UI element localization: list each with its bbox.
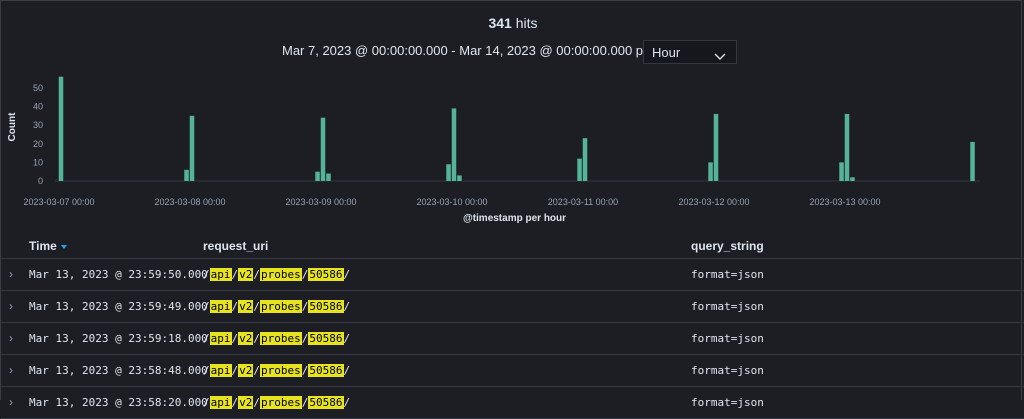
highlight-term: api (209, 268, 232, 281)
highlight-term: v2 (238, 268, 254, 281)
highlight-term: v2 (238, 364, 254, 377)
histogram-bar (970, 141, 975, 181)
column-time-label: Time (29, 239, 57, 253)
highlight-term: probes (260, 300, 302, 313)
x-tick-label: 2023-03-13 00:00 (809, 197, 880, 207)
y-tick-label: 40 (33, 102, 43, 112)
document-table: › Mar 13, 2023 @ 23:59:50.000/api/v2/prob… (1, 259, 1024, 419)
highlight-term: probes (260, 396, 302, 409)
cell-time: Mar 13, 2023 @ 23:58:48.000 (29, 364, 208, 377)
x-tick-label: 2023-03-09 00:00 (285, 197, 356, 207)
histogram-bar (451, 108, 457, 181)
histogram-bar (577, 158, 582, 181)
table-row[interactable]: › Mar 13, 2023 @ 23:58:20.000/api/v2/prob… (1, 387, 1024, 419)
expand-row-icon[interactable]: › (9, 395, 13, 409)
chevron-down-icon (714, 49, 726, 64)
cell-request-uri: /api/v2/probes/50586/ (203, 268, 351, 281)
expand-row-icon[interactable]: › (9, 331, 13, 345)
cell-query-string: format=json (691, 396, 764, 409)
cell-time: Mar 13, 2023 @ 23:58:20.000 (29, 396, 208, 409)
y-tick-label: 20 (33, 139, 43, 149)
y-tick-label: 50 (33, 83, 43, 93)
table-row[interactable]: › Mar 13, 2023 @ 23:59:50.000/api/v2/prob… (1, 259, 1024, 291)
time-range-row: Mar 7, 2023 @ 00:00:00.000 - Mar 14, 202… (1, 39, 1024, 65)
cell-time: Mar 13, 2023 @ 23:59:18.000 (29, 332, 208, 345)
highlight-term: api (209, 364, 232, 377)
hits-number: 341 (488, 15, 512, 31)
cell-request-uri: /api/v2/probes/50586/ (203, 300, 351, 313)
highlight-term: api (209, 300, 232, 313)
column-header-time[interactable]: Time (29, 239, 67, 253)
expand-row-icon[interactable]: › (9, 267, 13, 281)
x-axis-label: @timestamp per hour (463, 213, 566, 224)
hits-label: hits (515, 15, 538, 31)
cell-query-string: format=json (691, 268, 764, 281)
expand-row-icon[interactable]: › (9, 299, 13, 313)
table-row[interactable]: › Mar 13, 2023 @ 23:59:49.000/api/v2/prob… (1, 291, 1024, 323)
highlight-term: v2 (238, 396, 254, 409)
histogram-bar (446, 164, 451, 181)
highlight-term: 50586 (308, 300, 344, 313)
date-range-text: Mar 7, 2023 @ 00:00:00.000 - Mar 14, 202… (282, 43, 655, 58)
expand-row-icon[interactable]: › (9, 363, 13, 377)
interval-value: Hour (652, 45, 681, 60)
x-tick-label: 2023-03-10 00:00 (416, 197, 487, 207)
highlight-term: api (209, 332, 232, 345)
histogram-bar (713, 113, 719, 181)
histogram-bar (844, 113, 850, 181)
cell-query-string: format=json (691, 332, 764, 345)
cell-time: Mar 13, 2023 @ 23:59:49.000 (29, 300, 208, 313)
histogram-bar (58, 76, 64, 181)
table-header: Time request_uri query_string (1, 231, 1024, 259)
column-header-query-string[interactable]: query_string (691, 239, 764, 253)
histogram-bar (457, 175, 462, 181)
cell-request-uri: /api/v2/probes/50586/ (203, 396, 351, 409)
x-tick-label: 2023-03-11 00:00 (548, 197, 618, 207)
highlight-term: 50586 (308, 332, 344, 345)
sort-desc-icon[interactable] (60, 244, 67, 249)
histogram-bar (326, 173, 331, 181)
cell-time: Mar 13, 2023 @ 23:59:50.000 (29, 268, 208, 281)
highlight-term: v2 (238, 300, 254, 313)
highlight-term: 50586 (308, 364, 344, 377)
discover-panel: 341 hits Mar 7, 2023 @ 00:00:00.000 - Ma… (0, 0, 1024, 419)
interval-select[interactable]: Hour (643, 40, 737, 64)
hits-count: 341 hits (1, 15, 1024, 31)
histogram-bar (189, 115, 195, 181)
y-tick-label: 30 (33, 120, 43, 130)
table-row[interactable]: › Mar 13, 2023 @ 23:59:18.000/api/v2/prob… (1, 323, 1024, 355)
histogram-chart: 0 10 20 30 40 50 Count 2023-03-07 00:00 2023-03-… (1, 67, 1024, 227)
x-tick-label: 2023-03-08 00:00 (154, 197, 225, 207)
highlight-term: probes (260, 364, 302, 377)
histogram-bar (850, 177, 855, 181)
table-row[interactable]: › Mar 13, 2023 @ 23:58:48.000/api/v2/prob… (1, 355, 1024, 387)
highlight-term: v2 (238, 332, 254, 345)
cell-request-uri: /api/v2/probes/50586/ (203, 364, 351, 377)
highlight-term: 50586 (308, 268, 344, 281)
histogram-bar (184, 169, 189, 181)
histogram-bar (315, 171, 320, 181)
highlight-term: probes (260, 268, 302, 281)
x-tick-label: 2023-03-12 00:00 (678, 197, 749, 207)
histogram-bar (582, 138, 588, 181)
cell-request-uri: /api/v2/probes/50586/ (203, 332, 351, 345)
x-tick-label: 2023-03-07 00:00 (23, 197, 94, 207)
histogram-bar (839, 162, 844, 181)
cell-query-string: format=json (691, 300, 764, 313)
highlight-term: 50586 (308, 396, 344, 409)
y-axis-label: Count (7, 112, 18, 142)
y-tick-label: 10 (33, 157, 43, 167)
column-header-request-uri[interactable]: request_uri (203, 239, 268, 253)
highlight-term: probes (260, 332, 302, 345)
highlight-term: api (209, 396, 232, 409)
histogram-svg: 0 10 20 30 40 50 Count 2023-03-07 00:00 2023-03-… (7, 76, 980, 224)
histogram-bar (708, 162, 713, 181)
histogram-bar (320, 117, 326, 181)
cell-query-string: format=json (691, 364, 764, 377)
y-tick-label: 0 (38, 176, 43, 186)
